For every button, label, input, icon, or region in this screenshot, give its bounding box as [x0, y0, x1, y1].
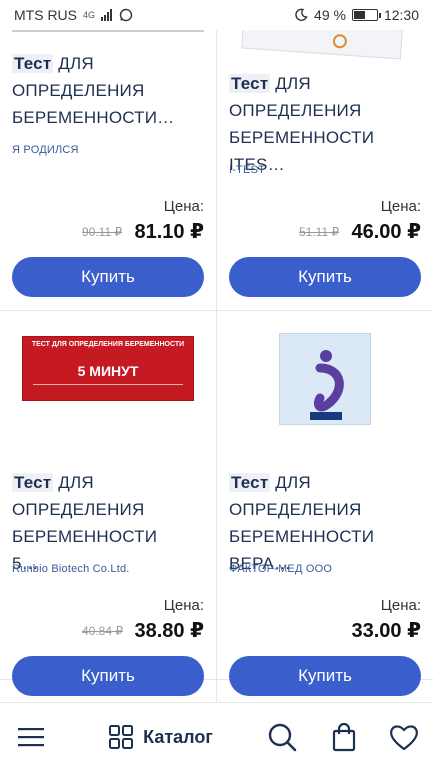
cart-button[interactable] — [324, 703, 364, 770]
menu-button[interactable] — [10, 703, 52, 770]
moon-icon — [295, 8, 308, 21]
product-price: 81.10 ₽ — [134, 221, 204, 243]
bottom-navigation: Каталог — [0, 702, 433, 770]
product-price: 38.80 ₽ — [134, 620, 204, 642]
product-image-detail — [332, 33, 348, 49]
product-image[interactable] — [12, 30, 204, 32]
product-price: 33.00 ₽ — [351, 620, 421, 642]
catalog-button[interactable]: Каталог — [98, 703, 224, 770]
product-image-caption: ТЕСТ ДЛЯ ОПРЕДЕЛЕНИЯ БЕРЕМЕННОСТИ — [31, 341, 185, 348]
battery-icon — [351, 9, 381, 21]
buy-button[interactable]: Купить — [12, 656, 204, 696]
product-image[interactable]: ТЕСТ ДЛЯ ОПРЕДЕЛЕНИЯ БЕРЕМЕННОСТИ 5 МИНУ… — [22, 336, 194, 401]
catalog-label: Каталог — [143, 726, 213, 747]
menu-icon — [18, 728, 44, 747]
product-image-caption: 5 МИНУТ — [77, 363, 139, 379]
product-brand[interactable]: Я РОДИЛСЯ — [12, 144, 79, 156]
product-grid: Тест ДЛЯ ОПРЕДЕЛЕНИЯ БЕРЕМЕННОСТИ… Я РОД… — [0, 30, 433, 702]
old-price: 90.11 ₽ — [82, 225, 123, 239]
signal-icon — [101, 9, 113, 21]
price-label: Цена: — [380, 198, 421, 215]
cart-bag-icon — [332, 722, 356, 752]
whatsapp-icon — [119, 8, 133, 22]
search-button[interactable] — [262, 703, 302, 770]
buy-button[interactable]: Купить — [229, 656, 421, 696]
product-image-detail — [33, 384, 183, 385]
price-label: Цена: — [380, 597, 421, 614]
product-image[interactable] — [279, 333, 371, 425]
old-price: 40.84 ₽ — [82, 624, 123, 638]
product-brand[interactable]: Runbio Biotech Co.Ltd. — [12, 563, 130, 575]
product-title-highlight: Тест — [12, 54, 54, 73]
product-title-highlight: Тест — [229, 473, 271, 492]
favorites-heart-icon — [390, 725, 418, 751]
search-icon — [268, 723, 297, 752]
grid-divider-horizontal — [0, 310, 433, 311]
product-brand[interactable]: I-TEST — [229, 164, 265, 176]
price-label: Цена: — [163, 198, 204, 215]
product-title[interactable]: Тест ДЛЯ ОПРЕДЕЛЕНИЯ БЕРЕМЕННОСТИ… — [12, 50, 187, 131]
product-image-graphic — [310, 350, 344, 420]
favorites-button[interactable] — [384, 703, 424, 770]
product-brand[interactable]: ФАКТОР-МЕД ООО — [229, 563, 332, 575]
product-title-highlight: Тест — [12, 473, 54, 492]
product-title-highlight: Тест — [229, 74, 271, 93]
carrier-name: MTS RUS — [14, 7, 77, 23]
buy-button[interactable]: Купить — [12, 257, 204, 297]
status-bar: MTS RUS 4G 49 % 12:30 — [0, 0, 433, 30]
product-title[interactable]: Тест ДЛЯ ОПРЕДЕЛЕНИЯ БЕРЕМЕННОСТИ 5… — [12, 469, 187, 577]
buy-button[interactable]: Купить — [229, 257, 421, 297]
price-label: Цена: — [163, 597, 204, 614]
grid-divider-vertical — [216, 30, 217, 702]
product-image[interactable] — [241, 30, 403, 60]
clock: 12:30 — [383, 7, 419, 23]
catalog-grid-icon — [109, 725, 134, 749]
old-price: 51.11 ₽ — [299, 225, 340, 239]
product-title[interactable]: Тест ДЛЯ ОПРЕДЕЛЕНИЯ БЕРЕМЕННОСТИ ВЕРА… — [229, 469, 419, 577]
signal-text: 4G — [83, 9, 96, 20]
product-title[interactable]: Тест ДЛЯ ОПРЕДЕЛЕНИЯ БЕРЕМЕННОСТИ ITES… — [229, 70, 419, 178]
battery-percent: 49 % — [314, 7, 346, 23]
product-price: 46.00 ₽ — [351, 221, 421, 243]
